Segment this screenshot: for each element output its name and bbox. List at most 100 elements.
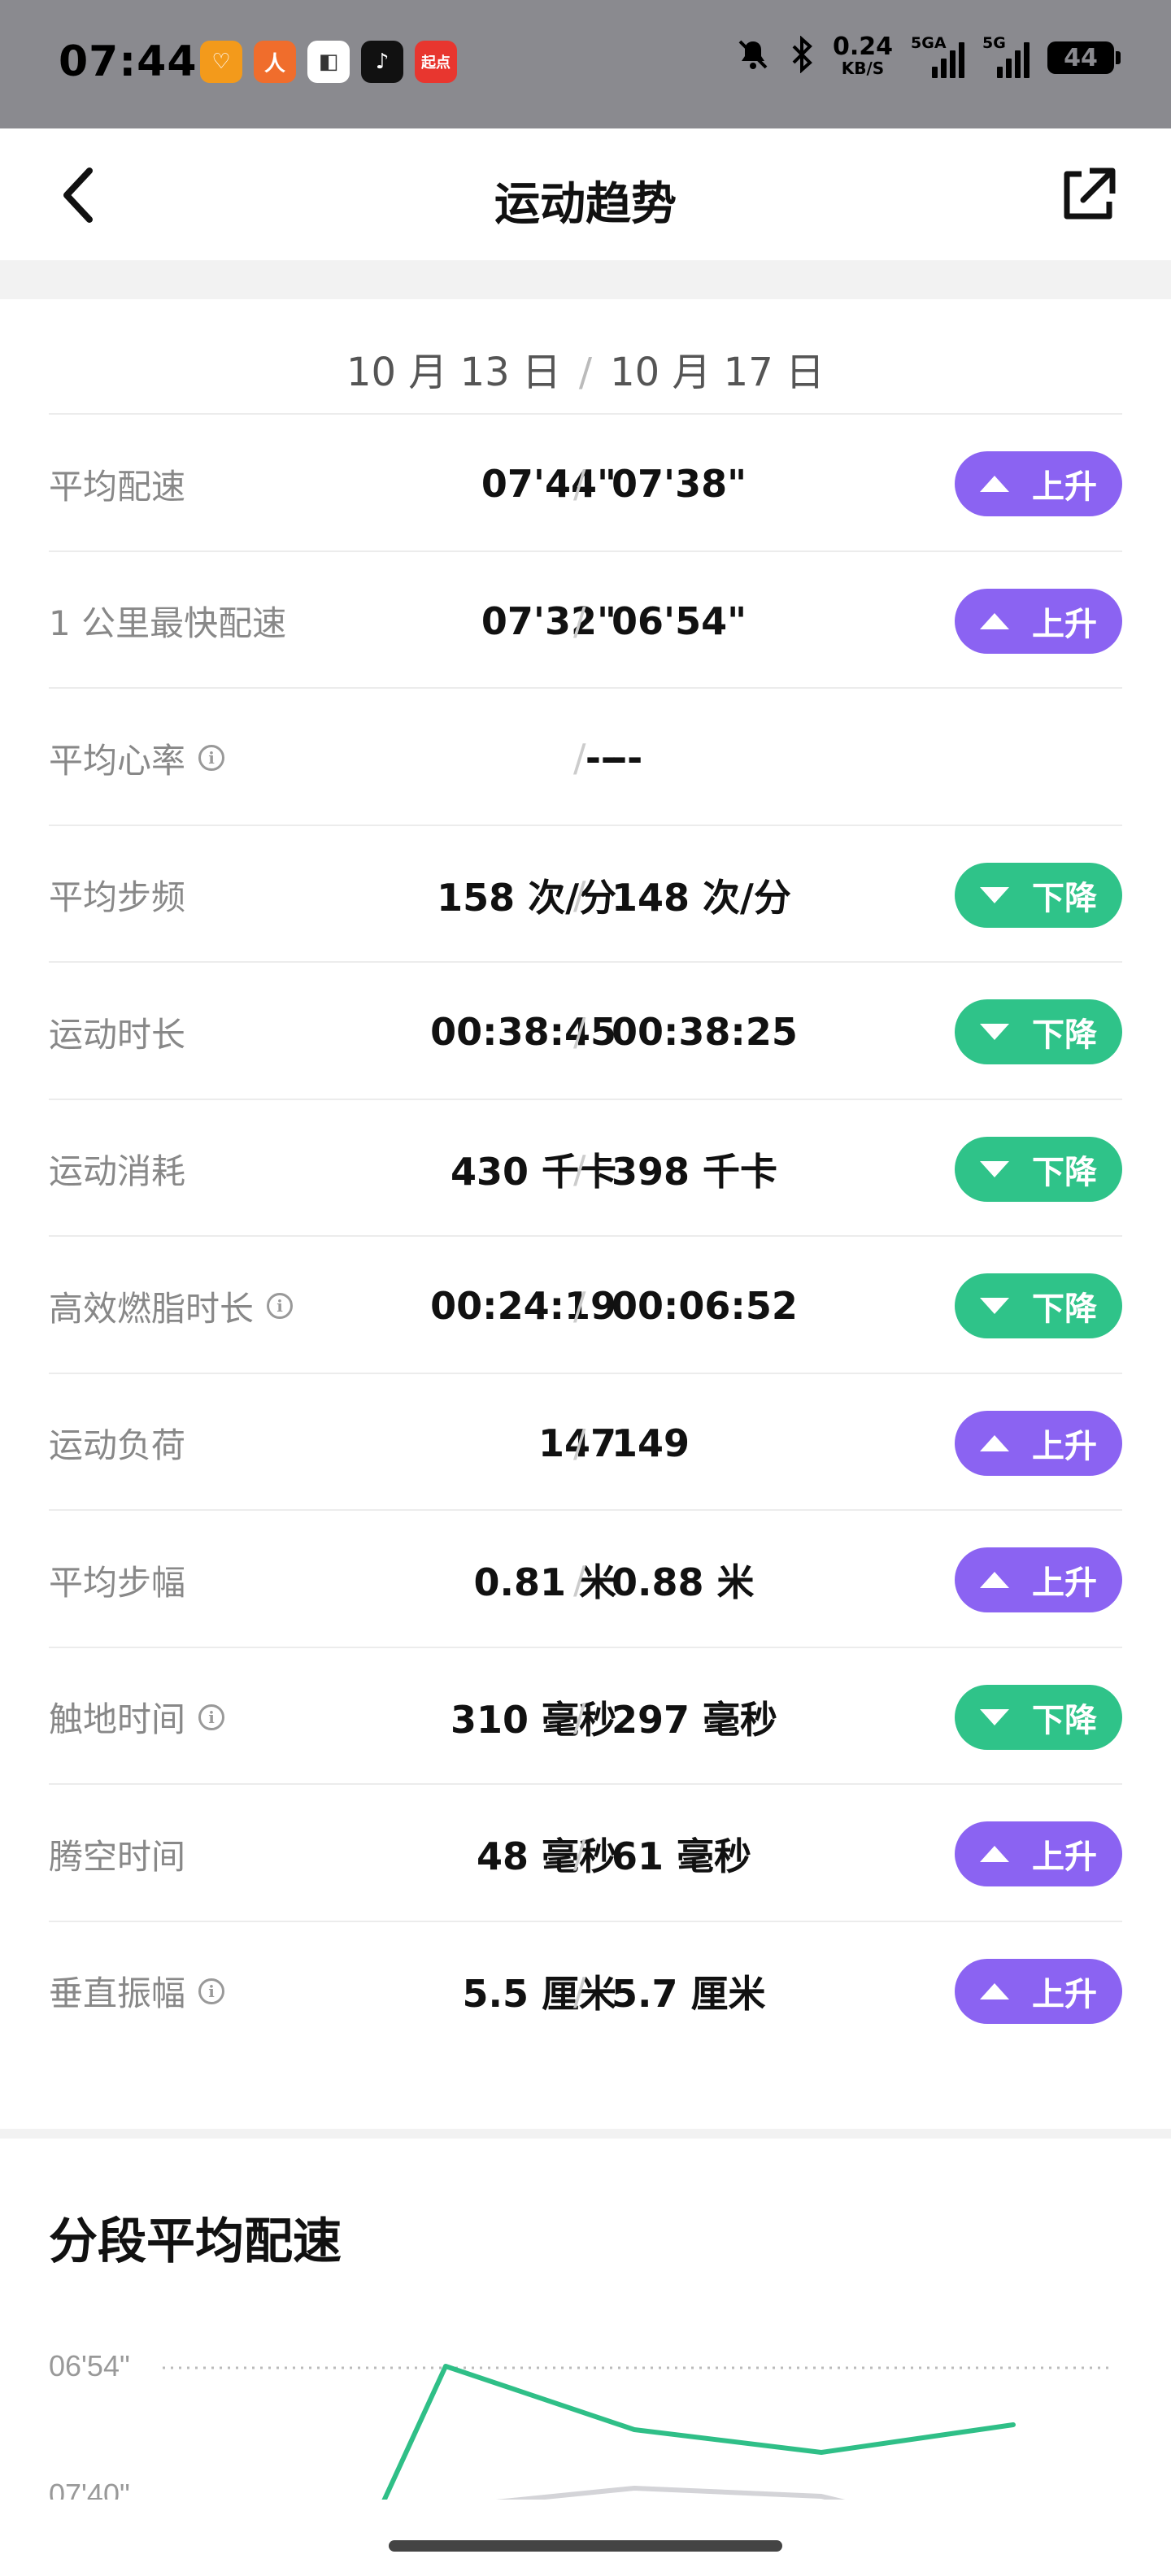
triangle-up-icon	[980, 1434, 1009, 1451]
triangle-down-icon	[980, 886, 1009, 903]
app-white-square-icon: ◧	[307, 41, 350, 83]
metric-row: 腾空时间 48 毫秒/61 毫秒 上升	[49, 1783, 1122, 1923]
metric-row: 平均心率 i -- / --	[49, 687, 1122, 827]
trend-label: 下降	[1032, 1153, 1097, 1191]
signal-5g-icon: 5G	[982, 34, 1030, 78]
metric-row: 平均步幅 0.81 米/0.88 米上升	[49, 1509, 1122, 1649]
trend-badge-up: 上升	[955, 1410, 1122, 1476]
nav-header: 运动趋势	[0, 128, 1171, 260]
value-right: 61 毫秒	[612, 1834, 752, 1878]
trend-badge-down: 下降	[955, 1136, 1122, 1202]
trend-badge-down: 下降	[955, 862, 1122, 928]
trend-badge-up: 上升	[955, 1821, 1122, 1886]
value-separator: /	[573, 1421, 586, 1465]
trend-label: 上升	[1032, 1838, 1097, 1876]
date-range: 10 月 13 日 / 10 月 17 日	[0, 340, 1171, 397]
value-right: 07'38"	[612, 462, 747, 506]
value-separator: /	[573, 1695, 586, 1739]
triangle-up-icon	[980, 476, 1009, 492]
value-separator: /	[573, 598, 586, 643]
metric-row: 平均配速 07'44"/07'38" 上升	[49, 413, 1122, 553]
section-title: 分段平均配速	[49, 2213, 342, 2270]
value-right: --	[612, 736, 643, 780]
comparison-card: 10 月 13 日/10 月 17 日 平均配速 07'44"/07'38" 上升 1…	[0, 299, 1171, 2129]
trend-badge-down: 下降	[955, 1273, 1122, 1338]
trend-badge-up: 上升	[955, 588, 1122, 654]
value-right: 00:38:25	[612, 1010, 798, 1054]
segment-pace-section: 分段平均配速 06'54" 07'40"	[0, 2139, 1171, 2576]
mute-icon	[735, 37, 771, 79]
value-left: 5.5 厘米	[462, 1971, 616, 2016]
value-right: 0.88 米	[612, 1560, 755, 1604]
metric-row: 平均步频 158 次/分/148 次/分 下降	[49, 824, 1122, 964]
metric-row: 触地时间 i 310 毫秒/297 毫秒 下降	[49, 1646, 1122, 1786]
home-indicator[interactable]	[389, 2540, 782, 2552]
triangle-up-icon	[980, 1846, 1009, 1862]
bluetooth-icon	[789, 35, 815, 80]
value-left: 00:38:45	[430, 1010, 616, 1054]
battery-icon: 44	[1047, 41, 1121, 74]
date-separator: /	[578, 350, 593, 395]
value-separator: /	[573, 736, 586, 780]
value-left: 00:24:19	[430, 1284, 616, 1328]
segment-pace-chart: 06'54" 07'40"	[0, 2349, 1171, 2504]
trend-label: 上升	[1032, 1564, 1097, 1602]
status-bar: 07:44 ♡ 人 ◧ ♪ 起点 0.24 KB/S 5GA 5G 44	[0, 0, 1171, 128]
value-right: 149	[612, 1421, 690, 1465]
value-right: 148 次/分	[612, 875, 791, 920]
triangle-down-icon	[980, 1024, 1009, 1040]
trend-label: 下降	[1032, 1701, 1097, 1739]
metric-row: 高效燃脂时长 i 00:24:19/00:06:52 下降	[49, 1235, 1122, 1375]
trend-badge-down: 下降	[955, 999, 1122, 1064]
value-left: 0.81 米	[473, 1560, 616, 1604]
metric-row: 运动负荷 147/149 上升	[49, 1372, 1122, 1512]
trend-badge-down: 下降	[955, 1684, 1122, 1750]
tiktok-icon: ♪	[361, 41, 403, 83]
status-app-icons: ♡ 人 ◧ ♪ 起点	[200, 41, 457, 83]
app-orange-heart-icon: ♡	[200, 41, 242, 83]
trend-badge-up: 上升	[955, 451, 1122, 516]
value-right: 5.7 厘米	[612, 1971, 766, 2016]
triangle-up-icon	[980, 612, 1009, 629]
value-right: 297 毫秒	[612, 1697, 778, 1742]
triangle-down-icon	[980, 1298, 1009, 1314]
value-left: 48 毫秒	[476, 1834, 616, 1878]
date-right: 10 月 17 日	[610, 350, 825, 395]
metric-values: -- / --	[49, 689, 1122, 827]
triangle-down-icon	[980, 1160, 1009, 1177]
trend-label: 上升	[1032, 605, 1097, 643]
trend-label: 下降	[1032, 1290, 1097, 1328]
signal-5ga-icon: 5GA	[911, 34, 964, 78]
triangle-down-icon	[980, 1708, 1009, 1725]
value-separator: /	[573, 1284, 586, 1328]
metric-row: 垂直振幅 i 5.5 厘米/5.7 厘米 上升	[49, 1920, 1122, 2060]
value-separator: /	[573, 872, 586, 917]
value-separator: /	[573, 1832, 586, 1876]
triangle-up-icon	[980, 1982, 1009, 1999]
app-orange-figure-icon: 人	[254, 41, 296, 83]
share-icon	[1064, 168, 1116, 220]
value-separator: /	[573, 1010, 586, 1054]
value-right: 06'54"	[612, 598, 747, 643]
value-left: 07'44"	[481, 462, 616, 506]
series-green-line	[380, 2364, 1016, 2504]
share-button[interactable]	[1057, 164, 1119, 226]
trend-label: 下降	[1032, 1016, 1097, 1054]
date-left: 10 月 13 日	[346, 350, 561, 395]
trend-badge-up: 上升	[955, 1958, 1122, 2024]
trend-label: 上升	[1032, 1427, 1097, 1465]
value-separator: /	[573, 462, 586, 506]
value-left: 07'32"	[481, 598, 616, 643]
triangle-up-icon	[980, 1572, 1009, 1588]
qidian-icon: 起点	[415, 41, 457, 83]
page-title: 运动趋势	[494, 178, 677, 231]
value-separator: /	[573, 1558, 586, 1602]
value-separator: /	[573, 1147, 586, 1191]
trend-label: 上升	[1032, 1975, 1097, 2013]
value-left: 430 千卡	[450, 1149, 616, 1194]
status-time: 07:44	[59, 37, 198, 86]
y-tick-top: 06'54"	[49, 2349, 130, 2382]
value-left: 310 毫秒	[450, 1697, 616, 1742]
metric-row: 运动时长 00:38:45/00:38:25 下降	[49, 961, 1122, 1101]
value-left: 158 次/分	[437, 875, 616, 920]
